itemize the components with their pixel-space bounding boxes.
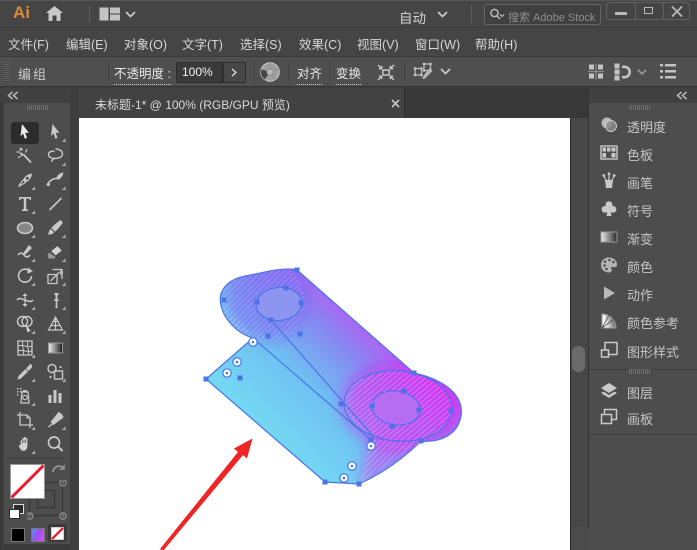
svg-text:?: ? [61, 481, 64, 487]
svg-text:?: ? [61, 514, 64, 520]
svg-text:?: ? [28, 514, 31, 520]
